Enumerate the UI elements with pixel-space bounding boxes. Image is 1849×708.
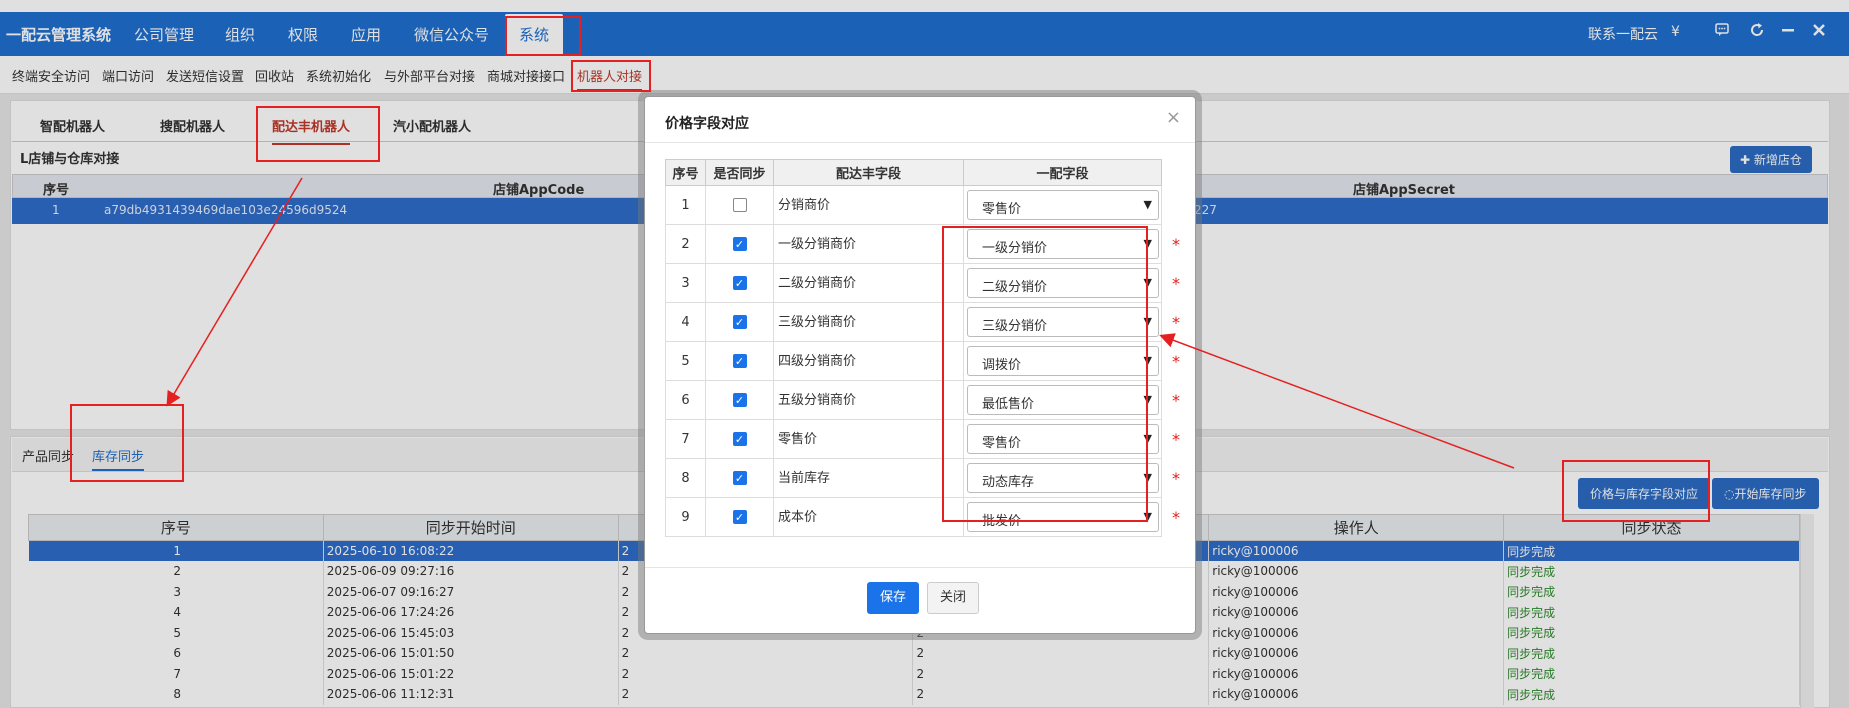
annotation-arrows (166, 177, 1515, 469)
arrow-to-stock-sync (166, 177, 303, 407)
arrow-to-target-fields (1159, 333, 1515, 469)
